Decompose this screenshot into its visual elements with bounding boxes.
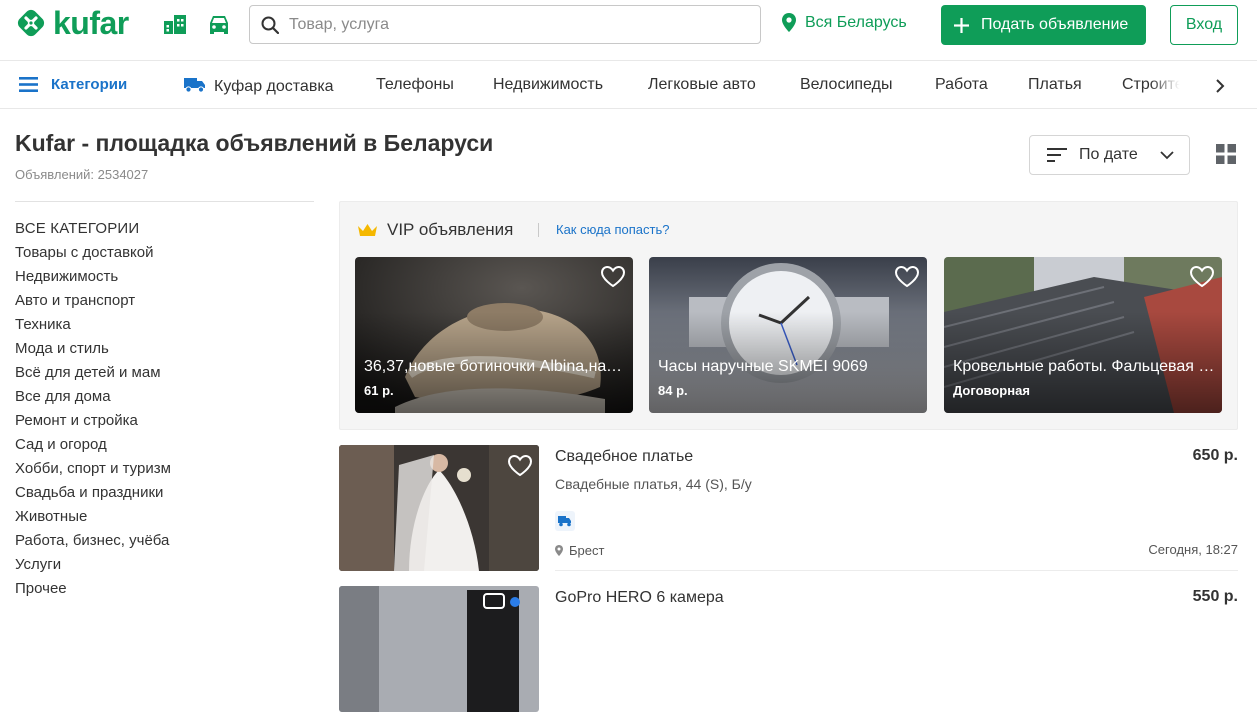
sidebar-item-garden[interactable]: Сад и огород — [15, 435, 315, 459]
listing-date: Сегодня, 18:27 — [1148, 542, 1238, 557]
categories-menu-button[interactable]: Категории — [19, 76, 127, 93]
vip-card-price: 61 р. — [364, 383, 394, 398]
plus-icon — [954, 17, 969, 33]
listing-item[interactable]: GoPro HERO 6 камера 550 р. — [339, 586, 1239, 712]
nav-item-label: Куфар доставка — [214, 78, 334, 95]
login-button[interactable]: Вход — [1170, 5, 1238, 45]
listing-price: 650 р. — [1192, 447, 1238, 464]
sidebar-item-realty[interactable]: Недвижимость — [15, 267, 315, 291]
nav-fade — [1150, 62, 1204, 108]
ad-count: Объявлений: 2534027 — [15, 167, 149, 182]
sidebar-item-other[interactable]: Прочее — [15, 579, 315, 603]
realty-icon[interactable] — [162, 12, 188, 36]
listing-params: Свадебные платья, 44 (S), Б/у — [555, 476, 752, 492]
vip-section: VIP объявления Как сюда попасть? 36,37,н… — [339, 201, 1238, 430]
sidebar-item-kids[interactable]: Всё для детей и мам — [15, 363, 315, 387]
category-nav: Категории Куфар доставка Телефоны Недвиж… — [0, 60, 1257, 109]
sidebar-item-transport[interactable]: Авто и транспорт — [15, 291, 315, 315]
vip-card[interactable]: 36,37,новые ботиночки Albina,натуральная… — [355, 257, 633, 413]
listing-location-label: Брест — [569, 543, 605, 558]
region-label: Вся Беларусь — [805, 13, 907, 31]
logo-text: kufar — [53, 5, 129, 41]
heart-icon[interactable] — [600, 265, 626, 289]
nav-items: Куфар доставка Телефоны Недвижимость Лег… — [184, 76, 1188, 98]
search-input[interactable] — [289, 6, 749, 43]
listing-price: 550 р. — [1192, 588, 1238, 605]
nav-item-bicycles[interactable]: Велосипеды — [800, 76, 892, 94]
region-selector[interactable]: Вся Беларусь — [782, 13, 907, 32]
sidebar-item-animals[interactable]: Животные — [15, 507, 315, 531]
delivery-badge — [555, 511, 575, 531]
heart-icon[interactable] — [507, 454, 533, 478]
vip-card-shade — [649, 257, 927, 413]
hamburger-icon — [19, 77, 38, 92]
listing-photo — [339, 586, 539, 712]
nav-item-phones[interactable]: Телефоны — [376, 76, 454, 94]
post-ad-label: Подать объявление — [981, 16, 1129, 33]
sidebar-item-repair[interactable]: Ремонт и стройка — [15, 411, 315, 435]
location-pin-icon — [782, 13, 796, 32]
vip-card-title: Часы наручные SKMEI 9069 — [658, 358, 868, 375]
location-pin-icon — [555, 545, 563, 556]
top-header: kufar Вся Беларусь Подать объявление — [0, 0, 1257, 50]
categories-label: Категории — [51, 76, 128, 93]
vip-card-title: Кровельные работы. Фальцевая кровля — [953, 358, 1215, 375]
vip-title: VIP объявления — [387, 220, 514, 239]
chevron-right-icon[interactable] — [1212, 77, 1228, 95]
vip-divider — [538, 223, 539, 237]
sidebar-item-services[interactable]: Услуги — [15, 555, 315, 579]
car-icon[interactable] — [206, 12, 232, 36]
search-icon — [261, 16, 279, 34]
chevron-down-icon — [1160, 151, 1174, 160]
sidebar-divider — [15, 201, 314, 202]
delivery-truck-icon — [184, 78, 205, 93]
sidebar-item-wedding[interactable]: Свадьба и праздники — [15, 483, 315, 507]
vip-card[interactable]: Кровельные работы. Фальцевая кровля Дого… — [944, 257, 1222, 413]
nav-item-delivery[interactable]: Куфар доставка — [184, 76, 334, 96]
kufar-logo[interactable]: kufar — [15, 7, 129, 39]
delivery-truck-icon — [558, 516, 571, 527]
nav-item-dresses[interactable]: Платья — [1028, 76, 1082, 94]
heart-icon[interactable] — [894, 265, 920, 289]
vip-card-price: Договорная — [953, 383, 1030, 398]
page-title: Kufar - площадка объявлений в Беларуси — [15, 130, 494, 156]
listing-title[interactable]: GoPro HERO 6 камера — [555, 589, 724, 607]
sidebar-item-business[interactable]: Работа, бизнес, учёба — [15, 531, 315, 555]
sidebar-item-delivery-goods[interactable]: Товары с доставкой — [15, 243, 315, 267]
vip-card-price: 84 р. — [658, 383, 688, 398]
crown-icon — [358, 224, 377, 236]
listing-image[interactable] — [339, 586, 539, 712]
post-ad-button[interactable]: Подать объявление — [941, 5, 1146, 45]
sort-label: По дате — [1079, 146, 1138, 163]
sidebar-item-hobby[interactable]: Хобби, спорт и туризм — [15, 459, 315, 483]
listing-divider — [555, 570, 1238, 571]
vip-info-link[interactable]: Как сюда попасть? — [556, 222, 670, 237]
grid-view-icon[interactable] — [1216, 144, 1236, 164]
sidebar-item-home[interactable]: Все для дома — [15, 387, 315, 411]
nav-item-realty[interactable]: Недвижимость — [493, 76, 603, 94]
search-box[interactable] — [249, 5, 761, 44]
listing-item[interactable]: Свадебное платье 650 р. Свадебные платья… — [339, 445, 1239, 571]
sidebar-item-fashion[interactable]: Мода и стиль — [15, 339, 315, 363]
nav-item-jobs[interactable]: Работа — [935, 76, 988, 94]
listing-location: Брест — [555, 543, 604, 558]
vip-card-shade — [355, 257, 633, 413]
vip-card[interactable]: Часы наручные SKMEI 9069 84 р. — [649, 257, 927, 413]
nav-item-cars[interactable]: Легковые авто — [648, 76, 756, 94]
heart-icon[interactable] — [1189, 265, 1215, 289]
sort-icon — [1047, 148, 1067, 162]
listing-title[interactable]: Свадебное платье — [555, 448, 693, 466]
sort-dropdown[interactable]: По дате — [1029, 135, 1190, 175]
vip-card-title: 36,37,новые ботиночки Albina,натуральная… — [364, 358, 626, 375]
category-sidebar: ВСЕ КАТЕГОРИИ Товары с доставкой Недвижи… — [15, 219, 315, 603]
kufar-logo-icon — [17, 9, 45, 37]
sidebar-item-electronics[interactable]: Техника — [15, 315, 315, 339]
sidebar-heading[interactable]: ВСЕ КАТЕГОРИИ — [15, 219, 315, 243]
